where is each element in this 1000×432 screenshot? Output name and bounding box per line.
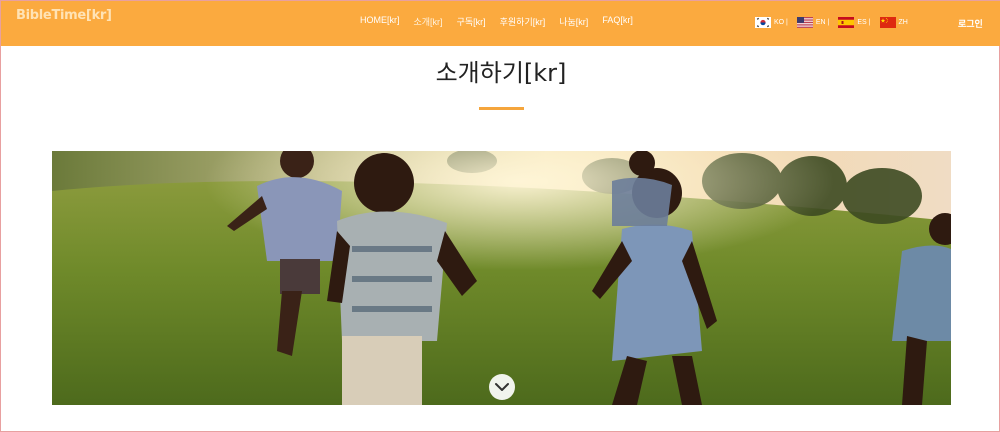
lang-option-en[interactable]: EN | bbox=[796, 17, 830, 28]
nav-item-about[interactable]: 소개[kr] bbox=[414, 15, 443, 28]
nav-item-share[interactable]: 나눔[kr] bbox=[559, 15, 588, 28]
scroll-down-button[interactable] bbox=[489, 374, 515, 400]
title-underline bbox=[479, 107, 524, 110]
usa-flag-icon bbox=[796, 17, 813, 28]
nav-item-home[interactable]: HOME[kr] bbox=[360, 15, 400, 28]
lang-label-es: ES | bbox=[857, 19, 871, 26]
top-navbar: BibleTime[kr] HOME[kr] 소개[kr] 구독[kr] 후원하… bbox=[1, 1, 1000, 46]
nav-item-subscribe[interactable]: 구독[kr] bbox=[457, 15, 486, 28]
login-link[interactable]: 로그인 bbox=[958, 17, 983, 30]
china-flag-icon bbox=[879, 17, 896, 28]
nav-item-donate[interactable]: 후원하기[kr] bbox=[500, 15, 546, 28]
chevron-down-icon bbox=[495, 383, 509, 391]
lang-option-zh[interactable]: ZH bbox=[879, 17, 908, 28]
lang-label-ko: KO | bbox=[774, 19, 788, 26]
nav-item-faq[interactable]: FAQ[kr] bbox=[602, 15, 633, 28]
main-nav: HOME[kr] 소개[kr] 구독[kr] 후원하기[kr] 나눔[kr] F… bbox=[360, 15, 647, 28]
lang-option-es[interactable]: ES | bbox=[838, 17, 871, 28]
site-logo[interactable]: BibleTime[kr] bbox=[16, 8, 112, 23]
page-title: 소개하기[kr] bbox=[435, 59, 567, 87]
lang-option-ko[interactable]: KO | bbox=[755, 17, 788, 28]
lang-label-en: EN | bbox=[815, 19, 830, 26]
spain-flag-icon bbox=[838, 17, 855, 28]
language-switcher: KO | EN | ES | ZH bbox=[755, 17, 917, 28]
hero-photo-children-running bbox=[52, 151, 951, 405]
lang-label-zh: ZH bbox=[898, 19, 908, 26]
hero-image bbox=[52, 151, 951, 405]
korea-flag-icon bbox=[755, 17, 771, 28]
